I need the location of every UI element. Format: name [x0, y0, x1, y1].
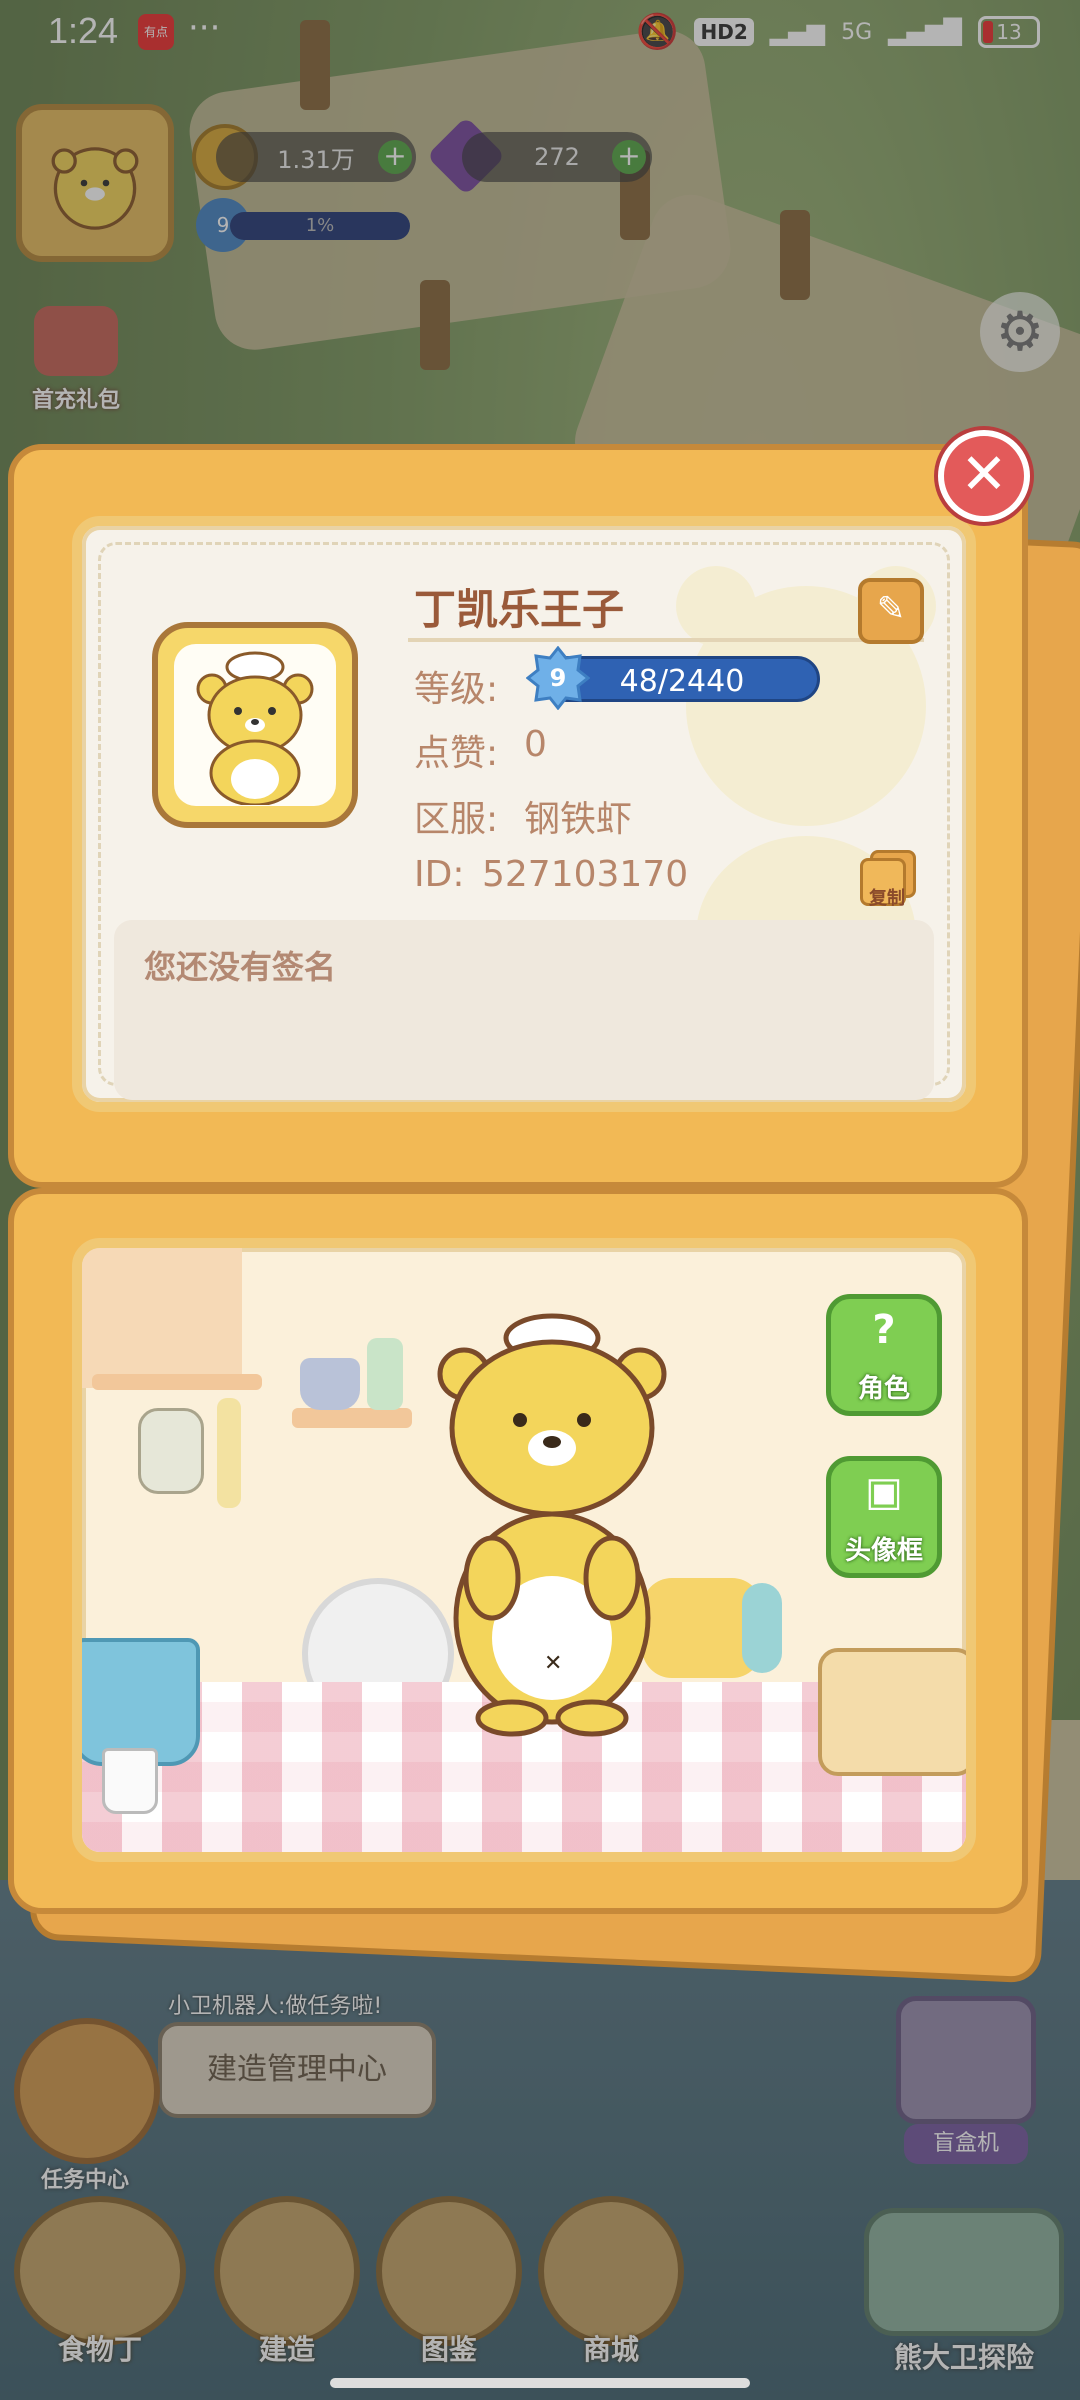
profile-info-page: 丁凯乐王子 ✎ 等级: 48/2440 9 点赞: 0 区服: 钢铁虾 ID: …: [8, 444, 1028, 1188]
bear-character[interactable]: ✕: [412, 1298, 692, 1738]
character-room-page: ✕ ? 角色 ▣ 头像框: [8, 1188, 1028, 1914]
steamer-decoration: [818, 1648, 966, 1776]
level-number: 9: [549, 664, 567, 692]
copy-id-button[interactable]: 复制: [860, 850, 916, 909]
avatar-frame-button[interactable]: ▣ 头像框: [826, 1456, 942, 1578]
signature-box[interactable]: 您还没有签名: [114, 920, 934, 1100]
signature-placeholder: 您还没有签名: [144, 948, 337, 986]
id-value: 527103170: [482, 854, 689, 895]
close-icon: ✕: [960, 442, 1008, 507]
question-bear-icon: ?: [872, 1307, 896, 1353]
name-underline: [408, 638, 924, 642]
level-progress-text: 48/2440: [619, 664, 745, 699]
id-label: ID:: [414, 854, 465, 895]
cup-decoration: [102, 1748, 158, 1814]
bottle-decoration: [367, 1338, 403, 1410]
profile-avatar[interactable]: [152, 622, 358, 828]
bowls-decoration: [300, 1358, 360, 1410]
wall-shelf: [82, 1248, 242, 1388]
character-button[interactable]: ? 角色: [826, 1294, 942, 1416]
server-value: 钢铁虾: [524, 799, 633, 840]
server-label: 区服:: [414, 799, 499, 840]
copy-label: 复制: [869, 888, 905, 909]
pot-decoration: [82, 1638, 200, 1766]
edit-name-button[interactable]: ✎: [858, 578, 924, 644]
bear-chef-avatar-icon: [196, 651, 314, 805]
towel-decoration: [217, 1398, 241, 1508]
oven-mitt-decoration: [138, 1408, 204, 1494]
avatar-frame-button-label: 头像框: [844, 1536, 923, 1566]
player-name: 丁凯乐王子: [414, 585, 625, 634]
home-indicator[interactable]: [330, 2378, 750, 2388]
close-button[interactable]: ✕: [938, 430, 1030, 522]
character-button-label: 角色: [857, 1374, 910, 1404]
level-star-badge: 9: [525, 645, 591, 711]
pencil-icon: ✎: [876, 589, 906, 629]
level-label: 等级:: [414, 669, 499, 710]
likes-label: 点赞:: [414, 733, 499, 774]
portrait-frame-icon: ▣: [865, 1469, 903, 1515]
likes-value: 0: [524, 724, 547, 765]
profile-panel: 丁凯乐王子 ✎ 等级: 48/2440 9 点赞: 0 区服: 钢铁虾 ID: …: [8, 444, 1028, 1914]
svg-text:✕: ✕: [544, 1651, 562, 1676]
